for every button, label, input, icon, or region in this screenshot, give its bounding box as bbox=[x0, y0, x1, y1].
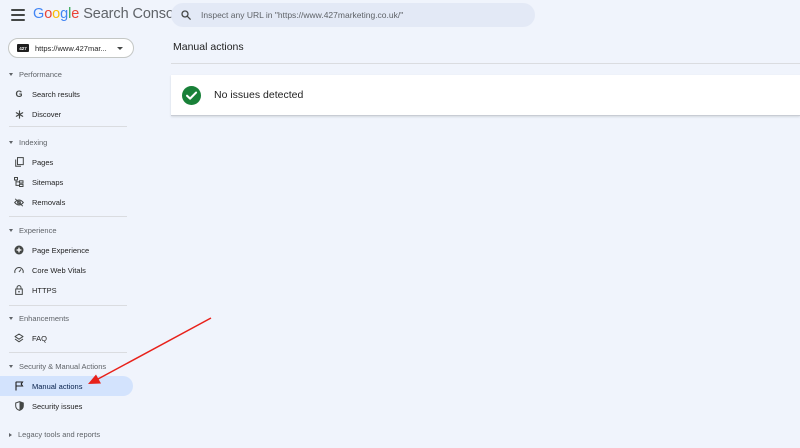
asterisk-icon bbox=[14, 109, 24, 119]
product-name: Search Console bbox=[83, 6, 185, 22]
sidebar-divider bbox=[9, 305, 127, 306]
property-url: https://www.427mar... bbox=[35, 43, 107, 53]
sitemap-icon bbox=[14, 177, 24, 187]
sidebar-item-security-issues[interactable]: Security issues bbox=[0, 396, 133, 416]
url-inspection-input[interactable] bbox=[201, 10, 521, 20]
sidebar-item-https[interactable]: HTTPS bbox=[0, 280, 133, 300]
gauge-icon bbox=[14, 265, 24, 275]
flag-icon bbox=[14, 381, 24, 391]
collapse-icon bbox=[9, 365, 13, 368]
collapse-icon bbox=[9, 317, 13, 320]
shield-icon bbox=[14, 401, 24, 411]
sidebar-divider bbox=[9, 352, 127, 353]
collapse-icon bbox=[9, 73, 13, 76]
section-security-manual-actions[interactable]: Security & Manual Actions bbox=[9, 362, 106, 371]
search-icon bbox=[181, 10, 191, 20]
collapse-icon bbox=[9, 141, 13, 144]
sidebar-item-sitemaps[interactable]: Sitemaps bbox=[0, 172, 133, 192]
section-enhancements[interactable]: Enhancements bbox=[9, 314, 69, 323]
chevron-down-icon bbox=[117, 47, 123, 50]
sidebar-item-discover[interactable]: Discover bbox=[0, 104, 133, 124]
status-message: No issues detected bbox=[214, 89, 304, 101]
sidebar-item-core-web-vitals[interactable]: Core Web Vitals bbox=[0, 260, 133, 280]
section-legacy-tools[interactable]: Legacy tools and reports bbox=[9, 430, 100, 439]
sidebar-divider bbox=[9, 216, 127, 217]
lock-icon bbox=[14, 285, 24, 295]
sidebar-item-page-experience[interactable]: Page Experience bbox=[0, 240, 133, 260]
layers-icon bbox=[14, 333, 24, 343]
sidebar-item-search-results[interactable]: G Search results bbox=[0, 84, 133, 104]
sidebar-item-manual-actions[interactable]: Manual actions bbox=[0, 376, 133, 396]
sidebar-item-faq[interactable]: FAQ bbox=[0, 328, 133, 348]
url-inspection-search[interactable] bbox=[171, 3, 535, 27]
sidebar-item-removals[interactable]: Removals bbox=[0, 192, 133, 212]
section-indexing[interactable]: Indexing bbox=[9, 138, 47, 147]
pages-icon bbox=[14, 157, 24, 167]
main-menu-button[interactable] bbox=[11, 9, 25, 21]
title-divider bbox=[171, 63, 800, 64]
collapse-icon bbox=[9, 229, 13, 232]
manual-actions-status-card: No issues detected bbox=[171, 75, 800, 116]
eye-off-icon bbox=[14, 197, 24, 207]
plus-circle-icon bbox=[14, 245, 24, 255]
property-selector[interactable]: 427 https://www.427mar... bbox=[8, 38, 134, 58]
sidebar-item-pages[interactable]: Pages bbox=[0, 152, 133, 172]
search-console-logo[interactable]: Google Search Console bbox=[33, 6, 185, 22]
google-g-icon: G bbox=[15, 89, 23, 99]
property-logo: 427 bbox=[17, 44, 29, 52]
page-title: Manual actions bbox=[173, 41, 244, 53]
section-experience[interactable]: Experience bbox=[9, 226, 57, 235]
menu-icon bbox=[11, 9, 25, 11]
check-circle-icon bbox=[182, 85, 201, 105]
expand-icon bbox=[9, 432, 12, 437]
section-performance[interactable]: Performance bbox=[9, 70, 62, 79]
sidebar-divider bbox=[9, 126, 127, 127]
